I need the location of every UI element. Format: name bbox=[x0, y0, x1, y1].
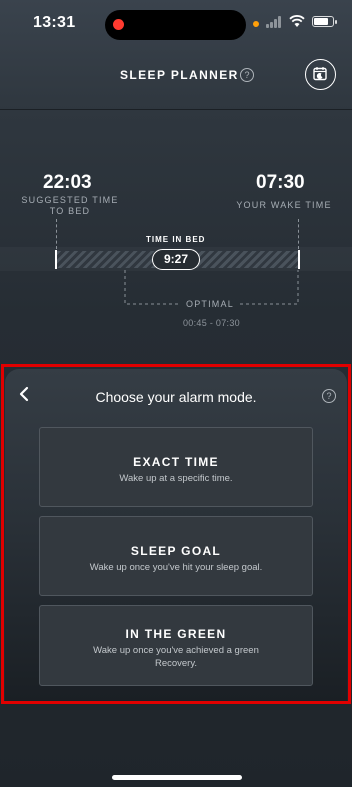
optimal-range: 00:45 - 07:30 bbox=[183, 318, 240, 328]
bed-marker-line bbox=[56, 219, 57, 249]
privacy-indicator-icon bbox=[253, 21, 259, 27]
home-indicator[interactable] bbox=[112, 775, 242, 780]
status-time: 13:31 bbox=[33, 14, 76, 31]
optimal-bracket bbox=[124, 270, 299, 305]
wifi-icon bbox=[289, 15, 305, 27]
wake-handle[interactable] bbox=[298, 250, 300, 269]
highlight-box bbox=[1, 364, 351, 704]
help-icon[interactable]: ? bbox=[240, 68, 254, 82]
wake-marker-line bbox=[298, 219, 299, 249]
suggested-caption-line2: TO BED bbox=[49, 206, 91, 216]
status-bar: 13:31 bbox=[0, 0, 352, 48]
time-in-bed-value: 9:27 bbox=[152, 249, 200, 270]
optimal-label: OPTIMAL bbox=[186, 299, 234, 309]
calendar-icon bbox=[313, 67, 327, 81]
wake-caption: YOUR WAKE TIME bbox=[236, 200, 332, 210]
page-title: SLEEP PLANNER bbox=[120, 68, 239, 82]
battery-icon bbox=[312, 16, 337, 27]
time-in-bed-label: TIME IN BED bbox=[146, 235, 206, 244]
signal-icon bbox=[266, 16, 284, 28]
header-divider bbox=[0, 109, 352, 110]
recording-indicator-icon bbox=[113, 19, 124, 30]
bed-handle[interactable] bbox=[55, 250, 57, 269]
suggested-caption: SUGGESTED TIME TO BED bbox=[20, 195, 120, 217]
suggested-bed-time: 22:03 bbox=[43, 172, 92, 193]
wake-time: 07:30 bbox=[256, 172, 305, 193]
suggested-caption-line1: SUGGESTED TIME bbox=[21, 195, 119, 205]
dynamic-island bbox=[105, 10, 246, 40]
calendar-button[interactable] bbox=[305, 59, 336, 90]
